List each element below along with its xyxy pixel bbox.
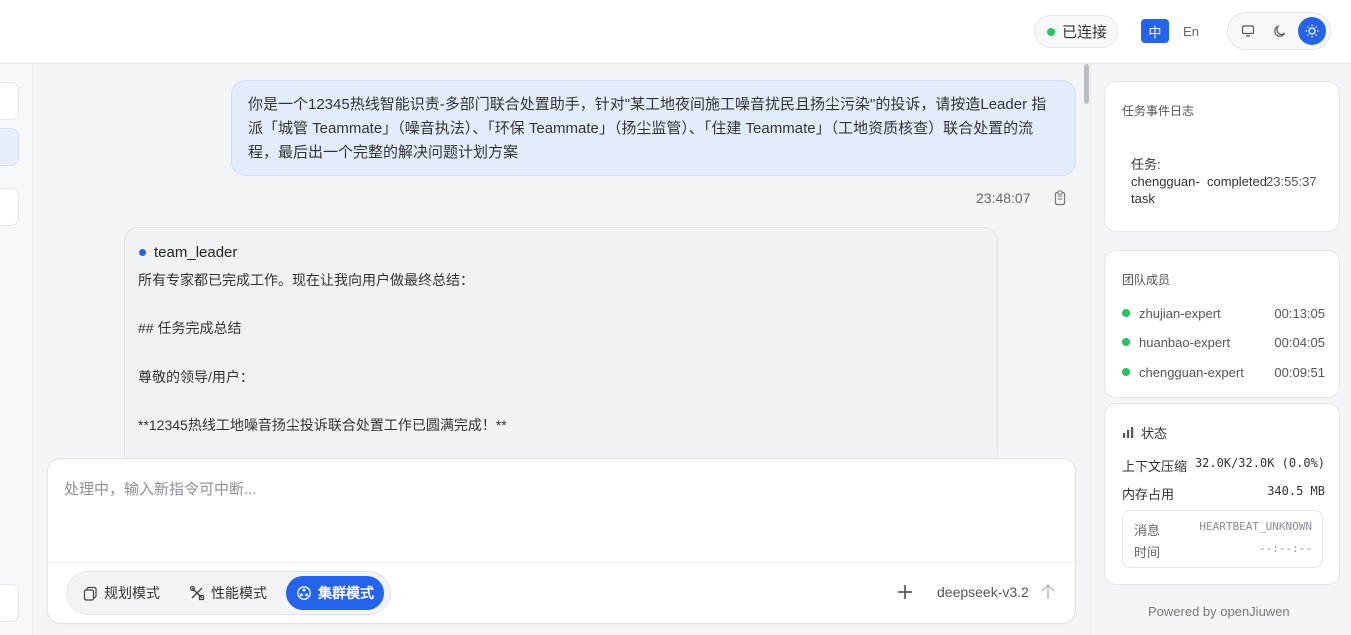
member-name: zhujian-expert (1139, 305, 1221, 321)
context-value: 32.0K/32.0K (0.0%) (1194, 456, 1325, 470)
mode-cluster-button[interactable]: 集群模式 (286, 576, 384, 610)
time-value: --:--:-- (1259, 542, 1312, 555)
mode-performance-label: 性能模式 (211, 585, 267, 601)
mode-performance-button[interactable]: 性能模式 (179, 576, 277, 610)
sidebar-item-1[interactable] (0, 82, 19, 120)
composer-divider (48, 562, 1075, 563)
cluster-icon (297, 586, 311, 600)
mode-plan-button[interactable]: 规划模式 (73, 576, 170, 610)
context-compression-row: 上下文压缩 32.0K/32.0K (0.0%) (1122, 456, 1325, 475)
copy-icon (83, 586, 97, 601)
arrow-up-icon (1041, 583, 1055, 599)
event-log-card: 任务事件日志 任务: chengguan-task completed 23:5… (1104, 81, 1340, 232)
team-member-row[interactable]: zhujian-expert 00:13:05 (1122, 304, 1325, 322)
leader-line-1: 所有专家都已完成工作。现在让我向用户做最终总结： (138, 272, 474, 288)
heartbeat-time-row: 时间 --:--:-- (1134, 542, 1312, 561)
memory-value: 340.5 MB (1267, 484, 1325, 498)
member-time: 00:09:51 (1274, 364, 1325, 380)
online-dot-icon (1122, 368, 1130, 376)
connection-status-badge: 已连接 (1034, 15, 1118, 48)
powered-by: Powered by openJiuwen (1148, 604, 1290, 619)
team-member-row[interactable]: chengguan-expert 00:09:51 (1122, 363, 1325, 381)
event-log-time: 23:55:37 (1266, 174, 1317, 189)
top-bar: 已连接 中 En (0, 0, 1351, 64)
add-attachment-button[interactable] (896, 583, 916, 603)
send-button[interactable] (1040, 583, 1058, 603)
model-selector[interactable]: deepseek-v3.2 (937, 584, 1029, 600)
language-en-button[interactable]: En (1179, 19, 1203, 43)
time-label: 时间 (1134, 545, 1161, 560)
heartbeat-message-row: 消息 HEARTBEAT_UNKNOWN (1134, 520, 1312, 539)
online-dot-icon (1122, 309, 1130, 317)
tools-icon (189, 585, 205, 601)
team-members-card: 团队成员 zhujian-expert 00:13:05 huanbao-exp… (1104, 250, 1340, 398)
sidebar-item-active[interactable] (0, 128, 19, 166)
member-name: huanbao-expert (1139, 334, 1231, 350)
composer: 规划模式 性能模式 集群模式 deepseek-v3.2 (47, 458, 1076, 624)
member-time: 00:04:05 (1274, 334, 1325, 350)
user-message-time: 23:48:07 (976, 190, 1031, 206)
event-log-status: completed (1207, 174, 1267, 189)
mode-switcher: 规划模式 性能模式 集群模式 (66, 571, 391, 615)
leader-header: team_leader (139, 242, 983, 262)
copy-icon[interactable] (1054, 190, 1068, 208)
leader-message-card: team_leader 所有专家都已完成工作。现在让我向用户做最终总结： ## … (124, 227, 998, 467)
moon-icon[interactable] (1266, 17, 1294, 45)
sidebar-item-bottom[interactable] (0, 584, 19, 622)
leader-line-4: **12345热线工地噪音扬尘投诉联合处置工作已圆满完成！** (138, 417, 507, 433)
theme-switcher (1227, 12, 1331, 50)
mode-plan-label: 规划模式 (104, 585, 160, 601)
memory-usage-row: 内存占用 340.5 MB (1122, 484, 1325, 503)
bar-chart-icon (1123, 427, 1134, 438)
context-label: 上下文压缩 (1122, 459, 1188, 474)
event-log-task: 任务: chengguan-task (1131, 157, 1200, 206)
leader-line-2: ## 任务完成总结 (138, 320, 242, 336)
leader-name: team_leader (154, 243, 238, 261)
leader-line-3: 尊敬的领导/用户： (138, 369, 254, 385)
member-time: 00:13:05 (1274, 305, 1325, 321)
team-member-row[interactable]: huanbao-expert 00:04:05 (1122, 333, 1325, 351)
monitor-icon[interactable] (1234, 17, 1262, 45)
status-card: 状态 上下文压缩 32.0K/32.0K (0.0%) 内存占用 340.5 M… (1104, 403, 1340, 585)
team-members-title: 团队成员 (1122, 273, 1171, 287)
chat-scrollbar[interactable] (1084, 64, 1089, 104)
memory-label: 内存占用 (1122, 487, 1175, 502)
message-label: 消息 (1134, 523, 1161, 538)
sun-icon[interactable] (1298, 17, 1326, 45)
plus-icon (898, 585, 912, 599)
connection-status-label: 已连接 (1062, 24, 1108, 41)
message-input[interactable] (64, 477, 964, 501)
leader-dot-icon (139, 248, 146, 256)
status-title: 状态 (1141, 426, 1168, 441)
event-log-title: 任务事件日志 (1122, 104, 1195, 118)
language-zh-button[interactable]: 中 (1141, 19, 1169, 43)
status-dot-icon (1047, 27, 1055, 36)
status-title-row: 状态 (1122, 423, 1167, 442)
member-name: chengguan-expert (1139, 364, 1244, 380)
message-value: HEARTBEAT_UNKNOWN (1199, 520, 1312, 533)
user-message-bubble: 你是一个12345热线智能识责-多部门联合处置助手，针对"某工地夜间施工噪音扰民… (231, 80, 1076, 176)
heartbeat-box: 消息 HEARTBEAT_UNKNOWN 时间 --:--:-- (1122, 510, 1323, 568)
online-dot-icon (1122, 338, 1130, 346)
mode-cluster-label: 集群模式 (318, 585, 374, 601)
sidebar-item-3[interactable] (0, 188, 19, 226)
left-sidebar (0, 64, 33, 635)
